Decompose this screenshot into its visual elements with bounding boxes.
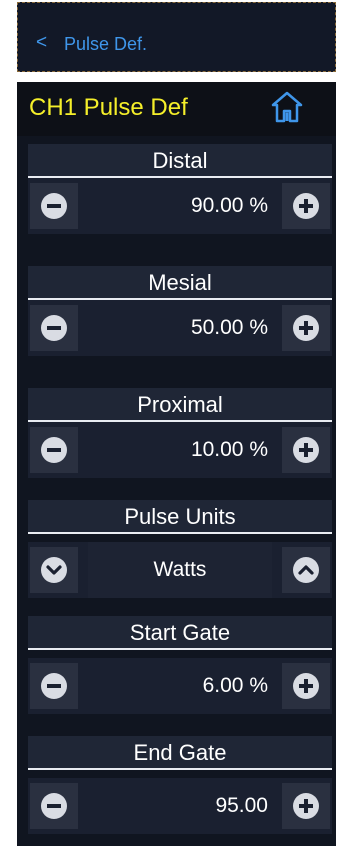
end-gate-value[interactable]: 95.00	[215, 778, 268, 834]
minus-circle-icon	[41, 673, 67, 699]
proximal-value[interactable]: 10.00 %	[191, 422, 268, 478]
mesial-control: 50.00 %	[28, 300, 332, 356]
distal-increment-button[interactable]	[282, 183, 330, 229]
pulse-units-selector: Watts	[28, 542, 332, 598]
proximal-control: 10.00 %	[28, 422, 332, 478]
pulse-units-prev-button[interactable]	[30, 547, 78, 593]
page-title: CH1 Pulse Def	[29, 94, 188, 121]
plus-circle-icon	[293, 437, 319, 463]
distal-decrement-button[interactable]	[30, 183, 78, 229]
proximal-label: Proximal	[28, 388, 332, 422]
pulse-units-value[interactable]: Watts	[88, 542, 272, 598]
start-gate-control: 6.00 %	[28, 658, 332, 714]
minus-circle-icon	[41, 437, 67, 463]
pulse-units-next-button[interactable]	[282, 547, 330, 593]
minus-circle-icon	[41, 315, 67, 341]
distal-control: 90.00 %	[28, 178, 332, 234]
start-gate-decrement-button[interactable]	[30, 663, 78, 709]
plus-circle-icon	[293, 673, 319, 699]
minus-circle-icon	[41, 193, 67, 219]
plus-circle-icon	[293, 315, 319, 341]
breadcrumb-pulse-def[interactable]: Pulse Def.	[64, 34, 147, 54]
mesial-decrement-button[interactable]	[30, 305, 78, 351]
proximal-decrement-button[interactable]	[30, 427, 78, 473]
chevron-down-circle-icon	[41, 557, 67, 583]
start-gate-value[interactable]: 6.00 %	[203, 658, 268, 714]
pulse-units-label: Pulse Units	[28, 500, 332, 534]
back-icon[interactable]: <	[36, 33, 47, 53]
start-gate-label: Start Gate	[28, 616, 332, 650]
home-icon[interactable]	[270, 90, 304, 124]
mesial-label: Mesial	[28, 266, 332, 300]
end-gate-label: End Gate	[28, 736, 332, 770]
plus-circle-icon	[293, 793, 319, 819]
end-gate-increment-button[interactable]	[282, 783, 330, 829]
minus-circle-icon	[41, 793, 67, 819]
distal-value[interactable]: 90.00 %	[191, 178, 268, 234]
end-gate-decrement-button[interactable]	[30, 783, 78, 829]
top-nav-bar: < Pulse Def.	[17, 2, 336, 72]
proximal-increment-button[interactable]	[282, 427, 330, 473]
chevron-up-circle-icon	[293, 557, 319, 583]
end-gate-control: 95.00	[28, 778, 332, 834]
start-gate-increment-button[interactable]	[282, 663, 330, 709]
panel-header: CH1 Pulse Def	[17, 82, 336, 136]
mesial-increment-button[interactable]	[282, 305, 330, 351]
mesial-value[interactable]: 50.00 %	[191, 300, 268, 356]
pulse-def-panel: CH1 Pulse Def Distal 90.00 % Mesial 50.0…	[17, 82, 336, 846]
distal-label: Distal	[28, 144, 332, 178]
plus-circle-icon	[293, 193, 319, 219]
